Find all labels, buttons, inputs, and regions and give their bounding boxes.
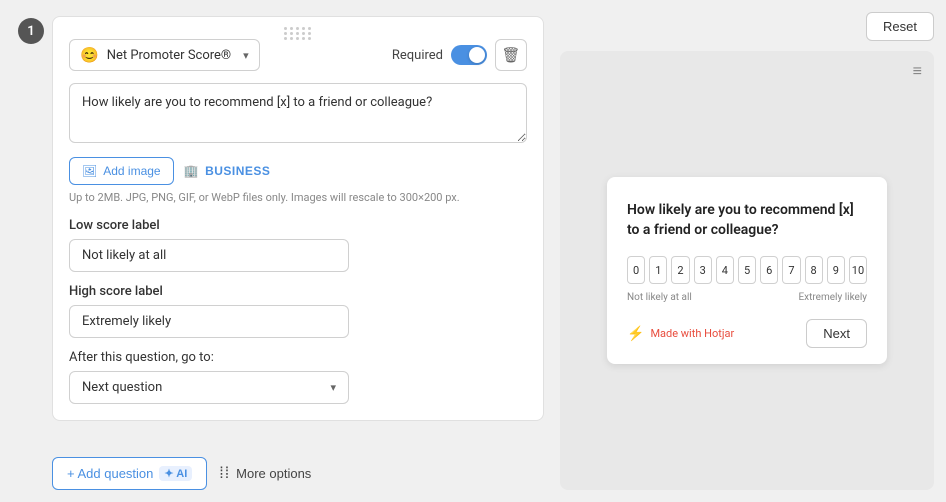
delete-button[interactable]: 🗑	[495, 39, 527, 71]
nps-7[interactable]: 7	[782, 256, 800, 284]
survey-card: How likely are you to recommend [x] to a…	[607, 177, 887, 364]
nps-3[interactable]: 3	[694, 256, 712, 284]
nps-8[interactable]: 8	[805, 256, 823, 284]
nps-labels: Not likely at all Extremely likely	[627, 292, 867, 303]
nps-4[interactable]: 4	[716, 256, 734, 284]
required-row: Required 🗑	[392, 39, 527, 71]
nps-high-label: Extremely likely	[798, 292, 867, 303]
nps-scale: 0 1 2 3 4 5 6 7 8 9 10	[627, 256, 867, 284]
high-score-input[interactable]	[69, 305, 349, 338]
hotjar-branding[interactable]: ⚡ Made with Hotjar	[627, 326, 734, 342]
hotjar-logo-icon: ⚡	[627, 326, 644, 342]
chevron-down-icon: ▾	[243, 49, 249, 62]
survey-footer: ⚡ Made with Hotjar Next	[627, 319, 867, 348]
goto-select[interactable]: Next question ▾	[69, 371, 349, 404]
add-question-label: + Add question	[67, 466, 153, 481]
low-score-title: Low score label	[69, 218, 527, 233]
preview-panel: Reset ≡ How likely are you to recommend …	[560, 0, 946, 502]
goto-chevron-icon: ▾	[330, 381, 336, 394]
low-score-section: Low score label	[69, 218, 527, 272]
goto-section: After this question, go to: Next questio…	[69, 350, 527, 404]
low-score-input[interactable]	[69, 239, 349, 272]
more-options-dots-icon: ⁞⁞	[219, 465, 230, 483]
question-type-label: Net Promoter Score®	[107, 48, 231, 63]
more-options-label: More options	[236, 466, 311, 481]
nps-6[interactable]: 6	[760, 256, 778, 284]
preview-window: ≡ How likely are you to recommend [x] to…	[560, 51, 934, 490]
drag-handle[interactable]	[284, 27, 312, 40]
hotjar-text: Made with Hotjar	[650, 327, 734, 340]
bottom-bar: + Add question ✦ AI ⁞⁞ More options	[52, 445, 311, 502]
survey-question: How likely are you to recommend [x] to a…	[627, 201, 867, 240]
next-button[interactable]: Next	[806, 319, 867, 348]
add-question-button[interactable]: + Add question ✦ AI	[52, 457, 207, 490]
nps-icon: 😊	[80, 46, 99, 64]
more-options-button[interactable]: ⁞⁞ More options	[219, 465, 311, 483]
nps-10[interactable]: 10	[849, 256, 867, 284]
image-icon: 🖼	[82, 164, 97, 178]
nps-1[interactable]: 1	[649, 256, 667, 284]
goto-value: Next question	[82, 380, 162, 395]
editor-panel: 😊 Net Promoter Score® ▾ Required 🗑 How l…	[0, 0, 560, 502]
required-toggle[interactable]	[451, 45, 487, 65]
preview-top-bar: Reset	[560, 12, 934, 41]
nps-9[interactable]: 9	[827, 256, 845, 284]
high-score-section: High score label	[69, 284, 527, 338]
action-row: 🖼 Add image 🏢 BUSINESS	[69, 157, 527, 185]
reset-button[interactable]: Reset	[866, 12, 934, 41]
building-icon: 🏢	[184, 164, 199, 178]
required-label: Required	[392, 48, 443, 63]
high-score-title: High score label	[69, 284, 527, 299]
question-textarea[interactable]: How likely are you to recommend [x] to a…	[69, 83, 527, 143]
step-badge: 1	[18, 18, 44, 44]
business-button[interactable]: 🏢 BUSINESS	[184, 164, 271, 178]
question-type-select[interactable]: 😊 Net Promoter Score® ▾	[69, 39, 260, 71]
add-image-button[interactable]: 🖼 Add image	[69, 157, 174, 185]
goto-label: After this question, go to:	[69, 350, 527, 365]
question-card: 😊 Net Promoter Score® ▾ Required 🗑 How l…	[52, 16, 544, 421]
nps-low-label: Not likely at all	[627, 292, 692, 303]
ai-badge: ✦ AI	[159, 466, 192, 481]
nps-2[interactable]: 2	[671, 256, 689, 284]
menu-icon[interactable]: ≡	[913, 61, 922, 81]
file-hint: Up to 2MB. JPG, PNG, GIF, or WebP files …	[69, 191, 527, 204]
nps-5[interactable]: 5	[738, 256, 756, 284]
question-type-row: 😊 Net Promoter Score® ▾ Required 🗑	[69, 39, 527, 71]
nps-0[interactable]: 0	[627, 256, 645, 284]
